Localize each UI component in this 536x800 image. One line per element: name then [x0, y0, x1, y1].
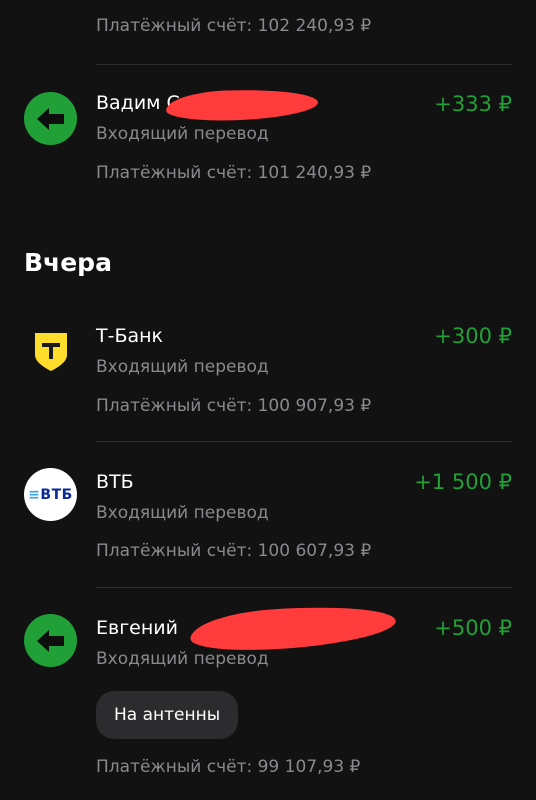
balance-line: Платёжный счёт: 100 907,93 ₽	[96, 396, 372, 416]
transaction-name: ВТБ	[96, 471, 134, 493]
transaction-type: Входящий перевод	[96, 649, 269, 669]
balance-line: Платёжный счёт: 101 240,93 ₽	[96, 163, 372, 183]
arrow-left-icon	[24, 614, 77, 667]
redaction-mark	[188, 600, 398, 656]
divider	[96, 64, 512, 65]
divider	[96, 587, 512, 588]
balance-line: Платёжный счёт: 99 107,93 ₽	[96, 757, 361, 777]
tbank-logo-icon	[24, 324, 77, 377]
transaction-type: Входящий перевод	[96, 357, 269, 377]
comment-chip[interactable]: На антенны	[96, 691, 239, 739]
transaction-name: Евгений	[96, 617, 178, 639]
transaction-amount: +333 ₽	[434, 92, 512, 116]
transaction-type: Входящий перевод	[96, 503, 269, 523]
divider	[96, 441, 512, 442]
balance-line: Платёжный счёт: 100 607,93 ₽	[96, 541, 372, 561]
arrow-left-icon	[24, 92, 77, 145]
transaction-type: Входящий перевод	[96, 124, 269, 144]
redaction-mark	[165, 87, 319, 123]
vtb-logo-icon: ≡ВТБ	[24, 468, 77, 521]
transaction-amount: +500 ₽	[434, 616, 512, 640]
balance-line: Платёжный счёт: 102 240,93 ₽	[96, 16, 372, 36]
transaction-name: Т-Банк	[96, 325, 164, 347]
transaction-amount: +1 500 ₽	[414, 470, 512, 494]
vtb-logo-text: ВТБ	[40, 486, 73, 503]
transaction-amount: +300 ₽	[434, 324, 512, 348]
section-title: Вчера	[24, 248, 112, 277]
